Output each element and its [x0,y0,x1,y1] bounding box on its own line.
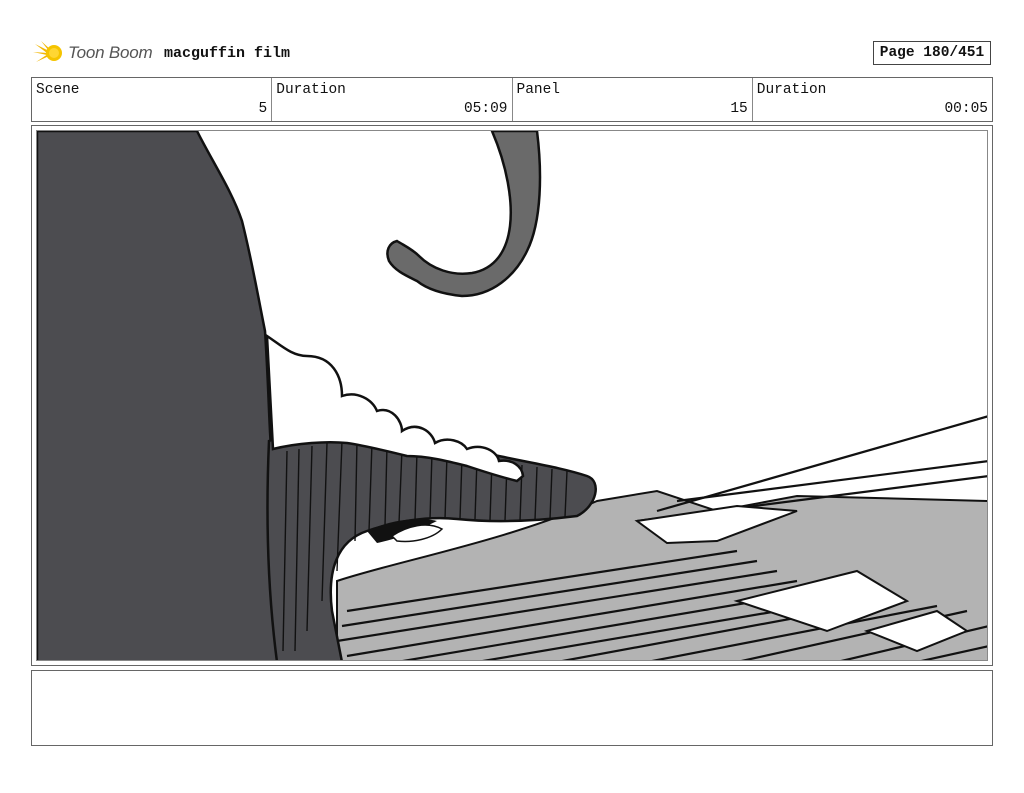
panel-value: 15 [730,101,748,117]
scene-duration-value: 05:09 [463,101,508,117]
tentacle [386,131,542,298]
panel-duration-label: Duration [756,82,827,98]
panel-duration-cell: Duration 00:05 [751,78,992,121]
panel-info-table: Scene 5 Duration 05:09 Panel 15 Duration… [31,77,993,122]
storyboard-panel-image [36,130,988,661]
scene-duration-cell: Duration 05:09 [271,78,511,121]
brand-name: Toon Boom [68,43,153,62]
scene-duration-label: Duration [276,82,346,98]
scene-cell: Scene 5 [32,78,271,121]
panel-drawing [37,131,987,660]
toon-boom-star-icon [33,41,62,62]
panel-cell: Panel 15 [511,78,752,121]
page-number: Page 180/451 [873,41,991,65]
panel-duration-value: 00:05 [944,101,988,117]
storyboard-panel-frame [31,125,993,666]
scene-value: 5 [258,101,268,117]
panel-label: Panel [516,82,561,98]
cliff-wall [37,131,284,660]
scene-label: Scene [36,82,80,98]
project-title: macguffin film [164,45,291,62]
panel-notes-box [31,670,993,746]
toon-boom-logo: Toon Boom [33,38,153,68]
